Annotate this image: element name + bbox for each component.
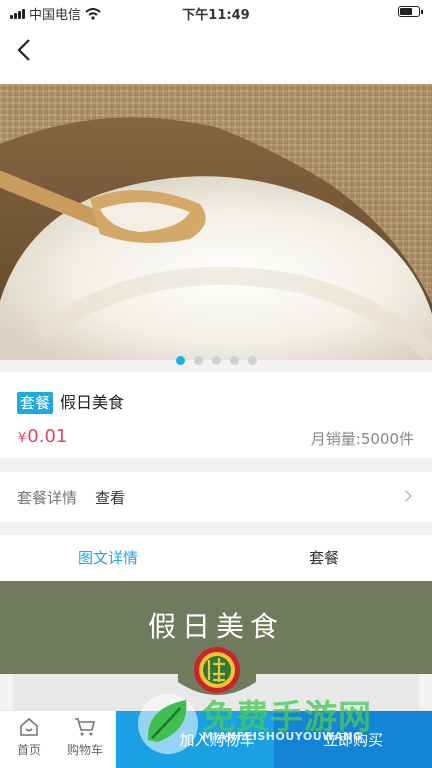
price-value: 0.01	[27, 426, 68, 447]
carousel-dot[interactable]	[193, 356, 203, 365]
tab-graphic-details[interactable]: 图文详情	[0, 535, 216, 581]
product-image-carousel[interactable]	[0, 84, 432, 360]
currency-symbol: ¥	[18, 431, 27, 446]
chevron-right-icon	[400, 490, 412, 502]
tab-package[interactable]: 套餐	[216, 535, 432, 581]
buy-now-button[interactable]: 立即购买	[274, 711, 432, 768]
view-link[interactable]: 查看	[95, 487, 125, 508]
banner-title: 假日美食	[147, 610, 284, 643]
bottom-bar: 首页 购物车 加入购物车 立即购买	[0, 710, 432, 768]
package-detail-row[interactable]: 套餐详情 查看	[0, 472, 432, 522]
nav-bar	[0, 24, 432, 84]
add-to-cart-button[interactable]: 加入购物车	[116, 711, 274, 768]
product-name: 假日美食	[60, 393, 125, 412]
seal-logo-icon	[178, 642, 256, 695]
home-label: 首页	[16, 743, 41, 757]
battery-icon	[398, 6, 423, 17]
clock: 下午11:49	[182, 8, 250, 23]
product-price: ¥0.01	[18, 426, 67, 447]
carousel-dot[interactable]	[229, 356, 239, 365]
home-nav[interactable]: 首页	[2, 711, 56, 768]
package-detail-label: 套餐详情	[17, 489, 78, 507]
back-arrow-icon[interactable]	[12, 36, 40, 64]
package-tag: 套餐	[17, 392, 54, 414]
product-info: 套餐 假日美食 ¥0.01 月销量:5000件	[0, 372, 432, 458]
status-bar: 中国电信 下午11:49	[0, 0, 432, 24]
detail-tabs: 图文详情 套餐	[0, 535, 432, 581]
cart-nav[interactable]: 购物车	[58, 711, 112, 768]
carousel-dot[interactable]	[175, 356, 185, 365]
monthly-sales: 月销量:5000件	[310, 430, 414, 448]
carousel-dot[interactable]	[211, 356, 221, 365]
carousel-indicator	[0, 356, 432, 365]
home-icon	[20, 717, 38, 736]
carousel-dot[interactable]	[247, 356, 257, 365]
cart-icon	[75, 718, 96, 736]
cart-nav-label: 购物车	[66, 743, 103, 757]
rice-photo	[0, 84, 432, 360]
